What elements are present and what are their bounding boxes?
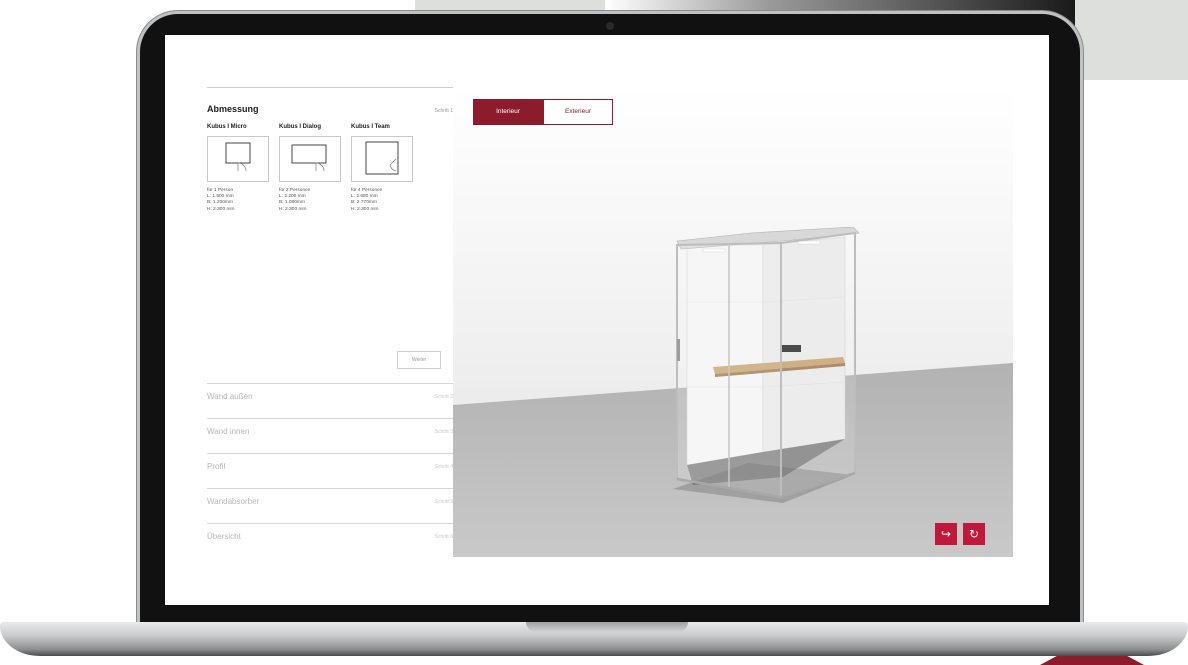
rotate-button[interactable]: ↻	[963, 523, 985, 545]
step-label: Wand außen	[207, 392, 253, 401]
rotate-icon: ↻	[968, 527, 980, 541]
step-number: Schritt 4	[434, 464, 453, 470]
tab-interieur[interactable]: Interieur	[473, 99, 543, 125]
variant-specs: für 4 Personen L: 2.680 mm B: 2.770mm H:…	[351, 188, 383, 212]
share-icon: ↪	[940, 527, 952, 541]
step-title: Abmessung	[207, 104, 259, 114]
variant-micro[interactable]: Kubus I Micro für 1 Person L: 1.500 mm B…	[207, 124, 269, 213]
step-wandabsorber[interactable]: Wandabsorber Schritt 5	[207, 488, 453, 511]
camera-dot	[606, 22, 614, 30]
laptop-screen: Abmessung Schritt 1 Kubus I Micro für 1 …	[165, 35, 1049, 605]
variant-specs: für 1 Person L: 1.500 mm B: 1.200mm H: 2…	[207, 188, 235, 212]
variant-team[interactable]: Kubus I Team für 4 Personen L: 2.680 mm …	[351, 124, 413, 213]
step-label: Profil	[207, 462, 226, 471]
variant-name: Kubus I Micro	[207, 124, 247, 130]
step-label: Wand innen	[207, 427, 250, 436]
variant-name: Kubus I Dialog	[279, 124, 321, 130]
floorplan-icon	[365, 141, 399, 175]
step-wand-innen[interactable]: Wand innen Schritt 3	[207, 418, 453, 441]
step-number: Schritt 5	[434, 499, 453, 505]
variant-specs: für 2 Personen L: 2.200 mm B: 1.080mm H:…	[279, 188, 311, 212]
floorplan-thumbnail[interactable]	[279, 136, 341, 182]
variant-name: Kubus I Team	[351, 124, 390, 130]
floorplan-icon	[225, 142, 251, 172]
step-number: Schritt 1	[434, 108, 453, 114]
step-uebersicht[interactable]: Übersicht Schritt 6	[207, 523, 453, 546]
view-tabs: Interieur Exterieur	[473, 99, 613, 125]
laptop-notch	[526, 622, 688, 632]
share-button[interactable]: ↪	[935, 523, 957, 545]
step-profil[interactable]: Profil Schritt 4	[207, 453, 453, 476]
tab-exterieur[interactable]: Exterieur	[543, 99, 613, 125]
floorplan-icon	[291, 144, 327, 172]
next-button[interactable]: Weiter	[397, 351, 441, 369]
step-label: Wandabsorber	[207, 497, 260, 506]
3d-viewer[interactable]: Interieur Exterieur ↪ ↻	[453, 87, 1013, 557]
variant-dialog[interactable]: Kubus I Dialog für 2 Personen L: 2.200 m…	[279, 124, 341, 213]
step-label: Übersicht	[207, 532, 241, 541]
step-number: Schritt 2	[434, 394, 453, 400]
divider	[207, 87, 453, 88]
variant-list: Kubus I Micro für 1 Person L: 1.500 mm B…	[207, 124, 453, 213]
step-wand-aussen[interactable]: Wand außen Schritt 2	[207, 383, 453, 406]
configurator-panel: Abmessung Schritt 1 Kubus I Micro für 1 …	[207, 87, 453, 541]
step-header: Abmessung Schritt 1	[207, 104, 453, 114]
step-number: Schritt 6	[434, 534, 453, 540]
cabin-render	[673, 227, 860, 503]
step-number: Schritt 3	[434, 429, 453, 435]
floorplan-thumbnail[interactable]	[207, 136, 269, 182]
floorplan-thumbnail[interactable]	[351, 136, 413, 182]
